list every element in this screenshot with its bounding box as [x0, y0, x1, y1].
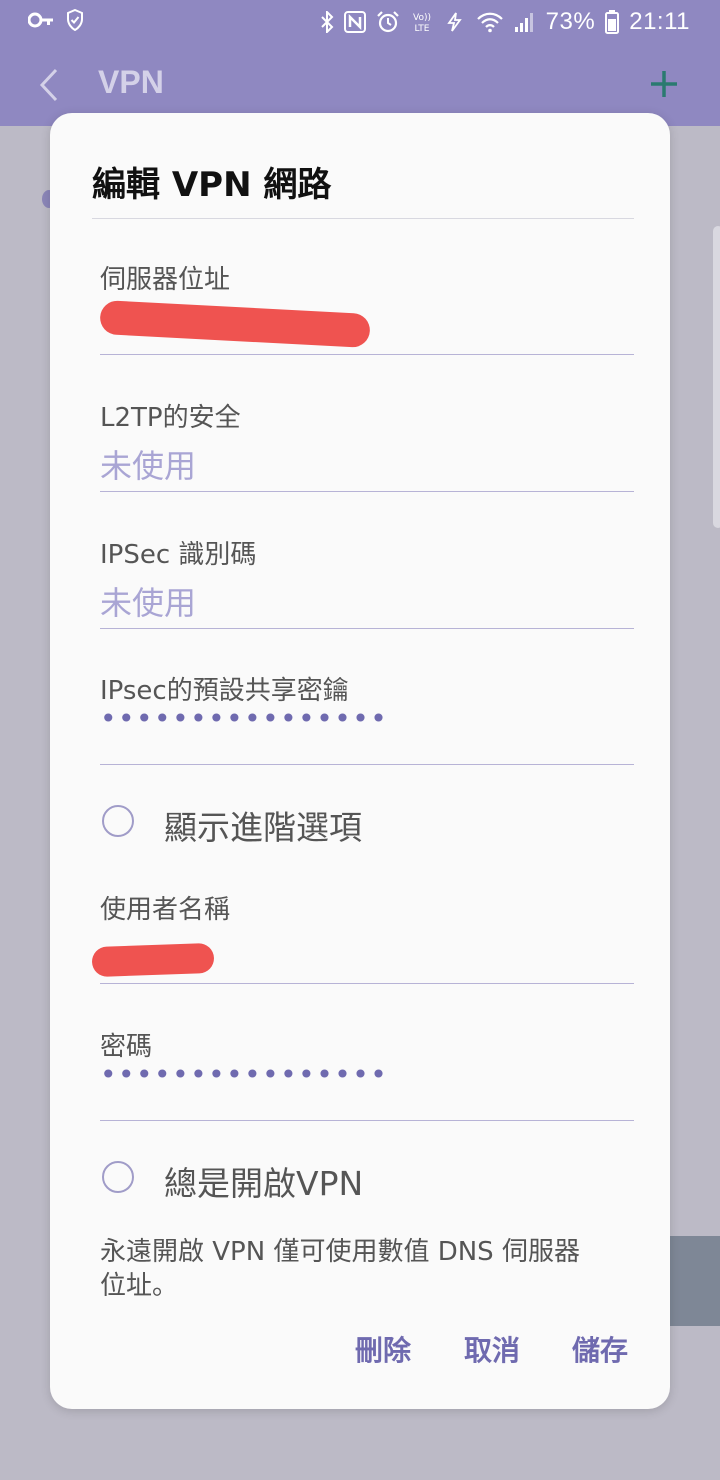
volte-icon: Vo)) LTE: [410, 11, 434, 33]
dialog-title: 編輯 VPN 網路: [92, 165, 332, 205]
always-on-note: 永遠開啟 VPN 僅可使用數值 DNS 伺服器位址。: [100, 1237, 580, 1301]
username-label: 使用者名稱: [100, 895, 231, 925]
l2tp-security-value: 未使用: [100, 447, 197, 485]
edit-vpn-dialog: 編輯 VPN 網路 伺服器位址 L2TP的安全 未使用 IPSec 識別碼 未使…: [50, 113, 670, 1409]
chevron-left-icon[interactable]: [34, 66, 62, 108]
always-on-vpn-radio[interactable]: [102, 1161, 134, 1193]
l2tp-security-underline: [100, 491, 634, 492]
l2tp-security-label: L2TP的安全: [100, 403, 241, 433]
username-underline: [100, 983, 634, 984]
password-underline: [100, 1120, 634, 1121]
server-address-underline: [100, 354, 634, 355]
background-scrollbar: [713, 226, 720, 528]
wifi-icon: [476, 11, 504, 33]
show-advanced-label: 顯示進階選項: [164, 808, 362, 847]
data-saver-icon: [444, 11, 466, 33]
clock: 21:11: [629, 8, 690, 35]
shield-icon: [66, 9, 84, 31]
battery-percent: 73%: [545, 8, 596, 35]
l2tp-security-field[interactable]: L2TP的安全 未使用: [100, 397, 634, 497]
ipsec-identifier-value: 未使用: [100, 584, 197, 622]
password-field[interactable]: 密碼 ••••••••••••••••: [100, 1026, 634, 1126]
ipsec-identifier-underline: [100, 628, 634, 629]
username-redaction: [91, 942, 215, 978]
battery-icon: [605, 10, 620, 34]
svg-text:LTE: LTE: [414, 24, 429, 33]
delete-button[interactable]: 刪除: [355, 1329, 411, 1369]
ipsec-identifier-field[interactable]: IPSec 識別碼 未使用: [100, 534, 634, 634]
password-value: ••••••••••••••••: [100, 1058, 389, 1091]
cancel-button[interactable]: 取消: [464, 1329, 520, 1369]
always-on-vpn-label: 總是開啟VPN: [164, 1164, 364, 1203]
app-bar-title: VPN: [98, 64, 164, 100]
server-address-label: 伺服器位址: [100, 265, 231, 295]
bluetooth-icon: [320, 11, 334, 33]
status-bar: Vo)) LTE 73% 21:11: [0, 0, 720, 44]
signal-icon: [514, 11, 536, 33]
ipsec-identifier-label: IPSec 識別碼: [100, 540, 257, 570]
nfc-icon: [343, 11, 366, 33]
ipsec-psk-underline: [100, 764, 634, 765]
svg-text:Vo)): Vo)): [413, 13, 431, 23]
alarm-icon: [376, 11, 400, 33]
title-divider: [92, 218, 634, 219]
save-button[interactable]: 儲存: [572, 1329, 628, 1369]
ipsec-psk-field[interactable]: IPsec的預設共享密鑰 ••••••••••••••••: [100, 670, 634, 770]
key-icon: [28, 11, 54, 29]
show-advanced-radio[interactable]: [102, 805, 134, 837]
dialog-actions: 刪除 取消 儲存: [50, 1329, 670, 1377]
plus-icon[interactable]: [648, 68, 680, 104]
ipsec-psk-value: ••••••••••••••••: [100, 702, 389, 735]
